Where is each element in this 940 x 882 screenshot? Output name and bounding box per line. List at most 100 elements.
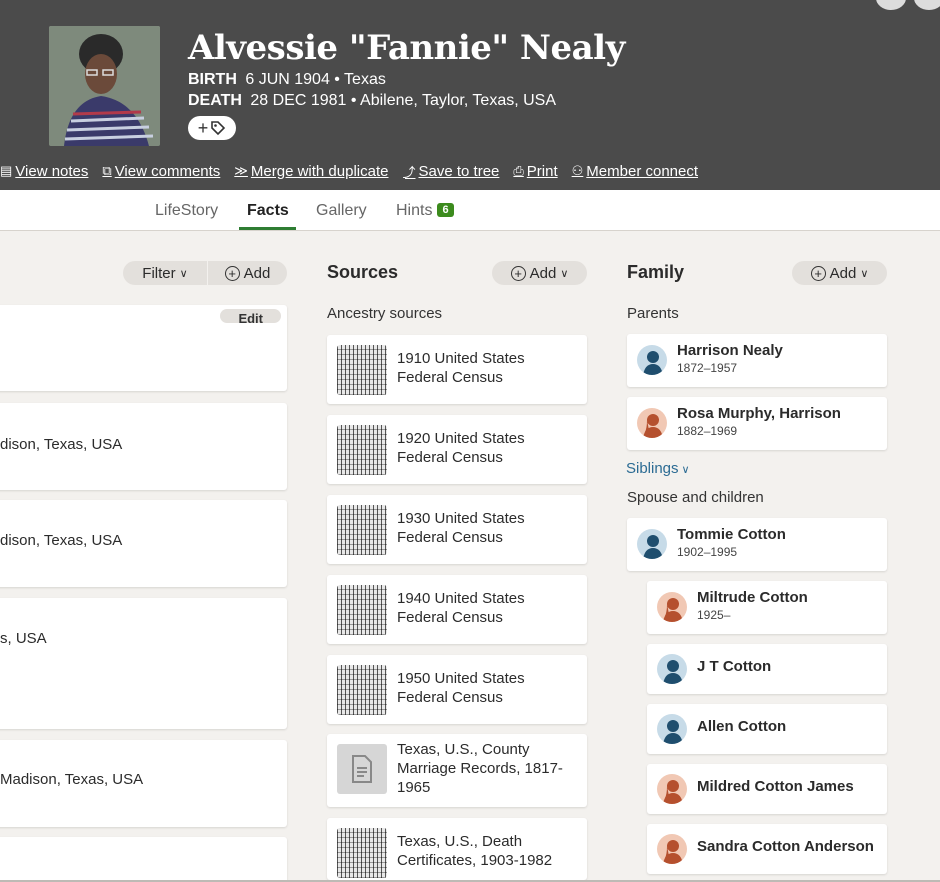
certificate-thumbnail (337, 828, 387, 878)
notes-icon: ▤ (0, 163, 13, 178)
child-card[interactable]: Sandra Cotton Anderson (647, 824, 887, 874)
add-fact-button[interactable]: + Add (208, 261, 287, 285)
parents-label: Parents (627, 305, 679, 322)
parent-card[interactable]: Rosa Murphy, Harrison 1882–1969 (627, 397, 887, 450)
death-value: 28 DEC 1981 • Abilene, Taylor, Texas, US… (250, 92, 557, 109)
birth-label: BIRTH (188, 71, 237, 88)
spouse-card[interactable]: Tommie Cotton 1902–1995 (627, 518, 887, 571)
tab-facts[interactable]: Facts (247, 202, 289, 220)
chevron-down-icon: ∨ (681, 464, 690, 476)
add-label: Add (243, 264, 271, 282)
female-avatar-icon (637, 408, 667, 438)
source-title: 1910 United States Federal Census (397, 350, 525, 386)
add-tag-button[interactable]: + (188, 116, 236, 140)
tab-bar: LifeStory Facts Gallery Hints 6 (0, 190, 940, 231)
spouse-children-label: Spouse and children (627, 489, 764, 506)
sources-title: Sources (327, 262, 399, 282)
fact-card[interactable]: dison, Texas, USA (0, 500, 287, 587)
action-label: Print (526, 162, 558, 180)
fact-card[interactable]: Madison, Texas, USA (0, 740, 287, 827)
male-avatar-icon (657, 714, 687, 744)
add-label: Add (829, 264, 857, 282)
parent-card[interactable]: Harrison Nealy 1872–1957 (627, 334, 887, 387)
chevron-down-icon: ∨ (560, 267, 569, 280)
person-years: 1902–1995 (677, 545, 738, 559)
tab-hints[interactable]: Hints 6 (396, 202, 454, 220)
member-connect-link[interactable]: ⚇ Member connect (572, 163, 698, 180)
action-bar: ▤ View notes ⧉ View comments ≫ Merge wit… (0, 160, 698, 182)
ancestry-sources-label: Ancestry sources (327, 305, 443, 322)
source-title: 1940 United States Federal Census (397, 590, 525, 626)
person-name: Miltrude Cotton (697, 589, 808, 606)
tag-icon (211, 121, 226, 136)
child-card[interactable]: Miltrude Cotton 1925– (647, 581, 887, 634)
source-title: 1920 United States Federal Census (397, 430, 525, 466)
person-years: 1882–1969 (677, 424, 738, 438)
filter-button[interactable]: Filter ∨ (123, 261, 207, 285)
fact-card[interactable]: Edit (0, 305, 287, 391)
person-years: 1872–1957 (677, 361, 738, 375)
male-avatar-icon (657, 654, 687, 684)
tab-lifestory[interactable]: LifeStory (155, 202, 218, 220)
birth-info: BIRTH 6 JUN 1904 • Texas (188, 71, 386, 89)
source-card[interactable]: 1920 United States Federal Census (327, 415, 587, 484)
siblings-label: Siblings (626, 460, 679, 477)
merge-duplicate-link[interactable]: ≫ Merge with duplicate (234, 163, 388, 180)
person-name: Alvessie "Fannie" Nealy (188, 28, 625, 68)
family-title: Family (627, 262, 685, 282)
fact-card[interactable]: dison, Texas, USA (0, 403, 287, 490)
source-title: Texas, U.S., County Marriage Records, 18… (397, 741, 563, 796)
fact-card[interactable]: s, USA (0, 598, 287, 729)
plus-circle-icon: + (510, 265, 526, 281)
action-label: Member connect (586, 162, 699, 180)
header-control-icon[interactable] (914, 0, 940, 10)
person-name: J T Cotton (697, 658, 772, 675)
tab-gallery[interactable]: Gallery (316, 202, 367, 220)
plus-circle-icon: + (810, 265, 826, 281)
source-card[interactable]: Texas, U.S., County Marriage Records, 18… (327, 734, 587, 807)
source-card[interactable]: 1950 United States Federal Census (327, 655, 587, 724)
filter-label: Filter (142, 264, 176, 282)
census-thumbnail (337, 665, 387, 715)
members-icon: ⚇ (571, 163, 584, 178)
death-info: DEATH 28 DEC 1981 • Abilene, Taylor, Tex… (188, 92, 556, 110)
source-card[interactable]: 1940 United States Federal Census (327, 575, 587, 644)
census-thumbnail (337, 345, 387, 395)
birth-value: 6 JUN 1904 • Texas (245, 71, 386, 88)
document-icon (337, 744, 387, 794)
person-name: Allen Cotton (697, 718, 787, 735)
add-label: Add (529, 264, 557, 282)
add-family-button[interactable]: + Add ∨ (792, 261, 887, 285)
source-card[interactable]: Texas, U.S., Death Certificates, 1903-19… (327, 818, 587, 880)
census-thumbnail (337, 505, 387, 555)
profile-photo[interactable] (49, 26, 160, 146)
view-comments-link[interactable]: ⧉ View comments (102, 163, 220, 180)
header-control-icon[interactable] (876, 0, 906, 10)
chevron-down-icon: ∨ (860, 267, 869, 280)
source-title: Texas, U.S., Death Certificates, 1903-19… (397, 833, 553, 869)
edit-button[interactable]: Edit (220, 309, 281, 323)
fact-place: Madison, Texas, USA (0, 771, 144, 788)
save-to-tree-link[interactable]: ⤴ Save to tree (402, 162, 499, 181)
child-card[interactable]: Allen Cotton (647, 704, 887, 754)
female-avatar-icon (657, 774, 687, 804)
child-card[interactable]: J T Cotton (647, 644, 887, 694)
action-label: View comments (114, 162, 221, 180)
female-avatar-icon (657, 834, 687, 864)
female-avatar-icon (657, 592, 687, 622)
census-thumbnail (337, 585, 387, 635)
add-source-button[interactable]: + Add ∨ (492, 261, 587, 285)
source-card[interactable]: 1910 United States Federal Census (327, 335, 587, 404)
fact-place: s, USA (0, 630, 47, 647)
action-label: Save to tree (418, 162, 500, 180)
death-label: DEATH (188, 92, 242, 109)
child-card[interactable]: Mildred Cotton James (647, 764, 887, 814)
source-card[interactable]: 1930 United States Federal Census (327, 495, 587, 564)
person-years: 1925– (697, 608, 731, 622)
fact-card[interactable] (0, 837, 287, 882)
print-link[interactable]: ⎙ Print (513, 163, 557, 180)
siblings-toggle[interactable]: Siblings ∨ (626, 460, 690, 477)
fact-place: dison, Texas, USA (0, 532, 123, 549)
view-notes-link[interactable]: ▤ View notes (0, 163, 88, 180)
plus-circle-icon: + (224, 265, 240, 281)
